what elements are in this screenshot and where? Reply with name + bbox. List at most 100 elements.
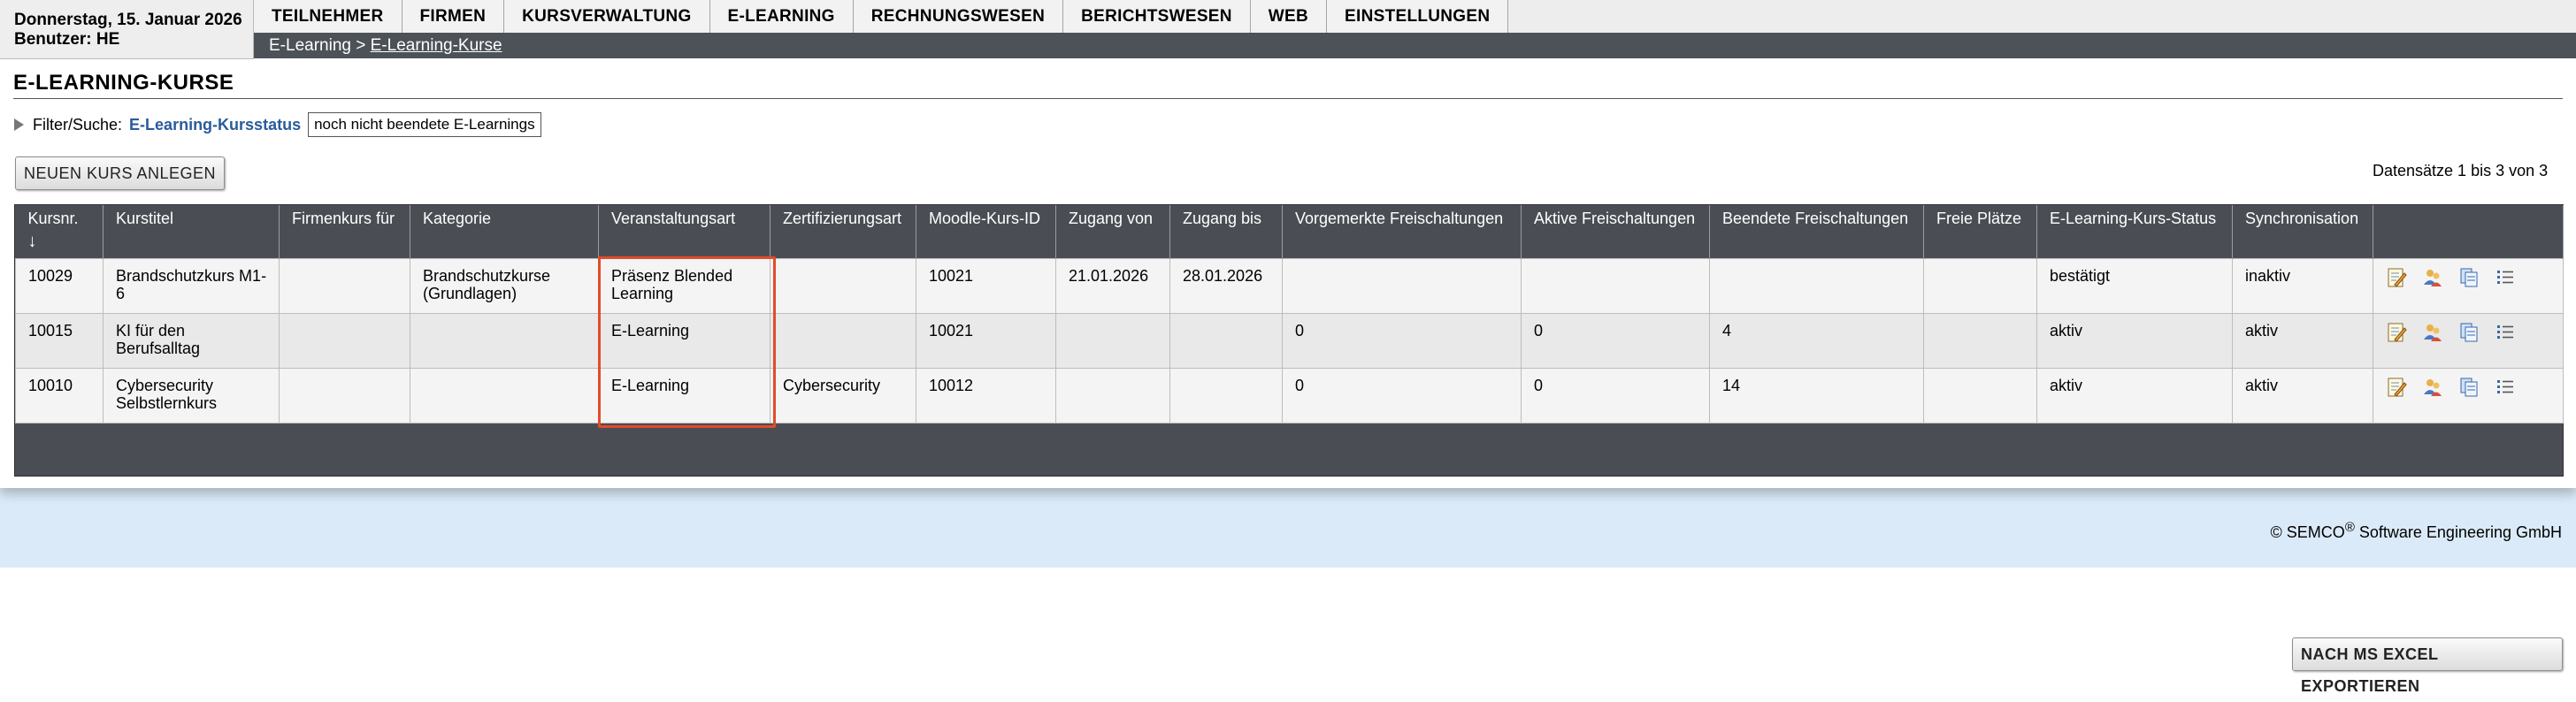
cell-actions — [2373, 367, 2564, 423]
cell-veranstaltungsart: E-Learning — [598, 367, 770, 423]
menu-berichtswesen[interactable]: BERICHTSWESEN — [1063, 0, 1251, 33]
col-zertifizierungsart[interactable]: Zertifizierungsart — [770, 205, 916, 258]
cell-vorgemerkte: 0 — [1282, 312, 1522, 369]
cell-synchronisation: aktiv — [2232, 312, 2373, 369]
cell-freie-plaetze — [1923, 367, 2037, 423]
copy-icon[interactable] — [2458, 322, 2480, 343]
breadcrumb-separator: > — [356, 36, 366, 55]
expand-triangle-icon[interactable] — [14, 118, 24, 131]
cell-kurs-status: bestätigt — [2036, 257, 2233, 314]
cell-actions — [2373, 312, 2564, 369]
main-menu-bar: TEILNEHMER FIRMEN KURSVERWALTUNG E-LEARN… — [254, 0, 2576, 34]
list-icon[interactable] — [2495, 267, 2516, 288]
cell-actions — [2373, 257, 2564, 314]
cell-kurstitel: Cybersecurity Selbstlernkurs — [103, 367, 280, 423]
col-moodle-kurs-id[interactable]: Moodle-Kurs-ID — [916, 205, 1056, 258]
col-kurs-status[interactable]: E-Learning-Kurs-Status — [2036, 205, 2233, 258]
table-row: 10015 KI für den Berufsalltag E-Learning 10… — [15, 312, 2564, 369]
cell-kursnr: 10029 — [15, 257, 104, 314]
col-freie-plaetze[interactable]: Freie Plätze — [1923, 205, 2037, 258]
menu-einstellungen[interactable]: EINSTELLUNGEN — [1327, 0, 1509, 33]
table-row: 10010 Cybersecurity Selbstlernkurs E-Learn… — [15, 367, 2564, 423]
menu-teilnehmer[interactable]: TEILNEHMER — [254, 0, 402, 33]
list-icon[interactable] — [2495, 377, 2516, 398]
users-icon[interactable] — [2422, 322, 2443, 343]
breadcrumb-bar: E-Learning > E-Learning-Kurse — [254, 33, 2576, 58]
cell-zugang-von — [1055, 312, 1170, 369]
col-aktive[interactable]: Aktive Freischaltungen — [1521, 205, 1710, 258]
col-zugang-von[interactable]: Zugang von — [1055, 205, 1170, 258]
copyright-prefix: © SEMCO — [2270, 523, 2345, 541]
menu-rechnungswesen[interactable]: RECHNUNGSWESEN — [853, 0, 1064, 33]
current-user: Benutzer: HE — [14, 30, 120, 49]
table-row: 10029 Brandschutzkurs M1-6 Brandschutzkurs… — [15, 257, 2564, 314]
users-icon[interactable] — [2422, 377, 2443, 398]
cell-kategorie — [410, 312, 599, 369]
cell-beendete: 14 — [1709, 367, 1924, 423]
cell-kursnr: 10015 — [15, 312, 104, 369]
menu-web[interactable]: WEB — [1250, 0, 1328, 33]
sort-down-icon[interactable]: ↓ — [28, 232, 98, 252]
cell-moodle-kurs-id: 10012 — [916, 367, 1056, 423]
menu-kursverwaltung[interactable]: KURSVERWALTUNG — [504, 0, 710, 33]
cell-kategorie — [410, 367, 599, 423]
col-vorgemerkte[interactable]: Vorgemerkte Freischaltungen — [1282, 205, 1522, 258]
cell-zertifizierungsart: Cybersecurity — [770, 367, 916, 423]
breadcrumb-parent[interactable]: E-Learning — [269, 36, 351, 55]
courses-table-container: Kursnr. ↓ Kurstitel Firmenkurs für Katego… — [14, 204, 2564, 695]
records-info: Datensätze 1 bis 3 von 3 — [2373, 162, 2549, 179]
menu-e-learning[interactable]: E-LEARNING — [709, 0, 854, 33]
cell-synchronisation: inaktiv — [2232, 257, 2373, 314]
session-info: Donnerstag, 15. Januar 2026 Benutzer: HE — [0, 0, 254, 59]
new-course-button[interactable]: NEUEN KURS ANLEGEN — [15, 156, 226, 190]
list-icon[interactable] — [2495, 322, 2516, 343]
col-kurstitel[interactable]: Kurstitel — [103, 205, 280, 258]
copy-icon[interactable] — [2458, 377, 2480, 398]
main-menu: TEILNEHMER FIRMEN KURSVERWALTUNG E-LEARN… — [254, 0, 1509, 33]
cell-moodle-kurs-id: 10021 — [916, 257, 1056, 314]
title-divider — [13, 98, 2563, 99]
copyright: © SEMCO® Software Engineering GmbH — [2271, 520, 2562, 542]
cell-kurs-status: aktiv — [2036, 367, 2233, 423]
col-kategorie[interactable]: Kategorie — [410, 205, 599, 258]
cell-beendete: 4 — [1709, 312, 1924, 369]
col-synchronisation[interactable]: Synchronisation — [2232, 205, 2373, 258]
main-panel: Donnerstag, 15. Januar 2026 Benutzer: HE… — [0, 0, 2576, 695]
col-firmenkurs[interactable]: Firmenkurs für — [279, 205, 410, 258]
cell-kurs-status: aktiv — [2036, 312, 2233, 369]
page-title: E-LEARNING-KURSE — [13, 71, 234, 95]
filter-label[interactable]: Filter/Suche: — [33, 116, 122, 134]
cell-aktive — [1521, 257, 1710, 314]
col-kursnr[interactable]: Kursnr. ↓ — [15, 205, 104, 258]
cell-beendete — [1709, 257, 1924, 314]
breadcrumb-current[interactable]: E-Learning-Kurse — [371, 36, 502, 55]
cell-freie-plaetze — [1923, 312, 2037, 369]
col-veranstaltungsart[interactable]: Veranstaltungsart — [598, 205, 770, 258]
edit-icon[interactable] — [2386, 322, 2407, 343]
copy-icon[interactable] — [2458, 267, 2480, 288]
edit-icon[interactable] — [2386, 377, 2407, 398]
col-actions — [2373, 205, 2564, 258]
cell-vorgemerkte: 0 — [1282, 367, 1522, 423]
cell-zugang-bis — [1169, 312, 1283, 369]
col-zugang-bis[interactable]: Zugang bis — [1169, 205, 1283, 258]
cell-zugang-bis: 28.01.2026 — [1169, 257, 1283, 314]
col-beendete[interactable]: Beendete Freischaltungen — [1709, 205, 1924, 258]
cell-veranstaltungsart: E-Learning — [598, 312, 770, 369]
cell-zertifizierungsart — [770, 257, 916, 314]
cell-firmenkurs — [279, 257, 410, 314]
cell-zugang-von: 21.01.2026 — [1055, 257, 1170, 314]
cell-zugang-bis — [1169, 367, 1283, 423]
cell-firmenkurs — [279, 367, 410, 423]
current-date: Donnerstag, 15. Januar 2026 — [14, 11, 242, 29]
cell-aktive: 0 — [1521, 312, 1710, 369]
users-icon[interactable] — [2422, 267, 2443, 288]
cell-veranstaltungsart: Präsenz Blended Learning — [598, 257, 770, 314]
edit-icon[interactable] — [2386, 267, 2407, 288]
cell-synchronisation: aktiv — [2232, 367, 2373, 423]
courses-table: Kursnr. ↓ Kurstitel Firmenkurs für Katego… — [15, 205, 2564, 423]
menu-firmen[interactable]: FIRMEN — [402, 0, 505, 33]
cell-zugang-von — [1055, 367, 1170, 423]
cell-zertifizierungsart — [770, 312, 916, 369]
export-excel-button[interactable]: NACH MS EXCEL EXPORTIEREN — [2292, 637, 2563, 695]
